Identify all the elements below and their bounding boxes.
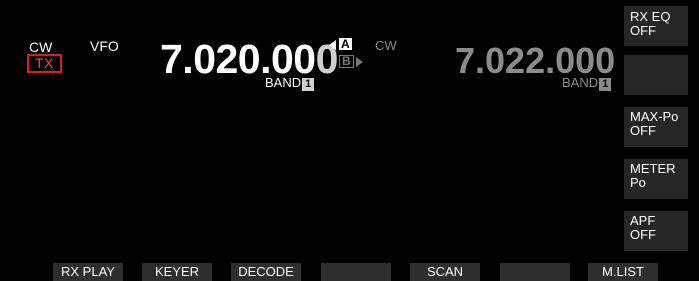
blank-bottom-key-1[interactable] <box>321 263 391 281</box>
rx-eq-key-label: RX EQ <box>630 9 671 24</box>
left-arrow-icon <box>329 40 336 50</box>
vfo-a-band-number: 1 <box>302 78 315 91</box>
rx-eq-key[interactable]: RX EQ OFF <box>624 6 688 46</box>
rx-play-key[interactable]: RX PLAY <box>53 263 123 281</box>
vfo-b-band-label: BAND <box>562 75 599 90</box>
radio-display: CW VFO TX 7.020.000 BAND 1 A B CW 7.022.0… <box>10 6 689 281</box>
apf-key-label: APF <box>630 213 656 228</box>
max-po-key-label: MAX-Po <box>630 109 679 124</box>
vfo-b-band-number: 1 <box>599 78 612 91</box>
blank-side-key[interactable] <box>624 55 688 95</box>
max-po-key[interactable]: MAX-Po OFF <box>624 107 688 147</box>
keyer-key[interactable]: KEYER <box>142 263 212 281</box>
vfo-a-indicator: A <box>339 37 352 51</box>
apf-key-value: OFF <box>630 227 656 242</box>
vfo-b-frequency[interactable]: 7.022.000 <box>455 43 615 79</box>
vfo-a-band: BAND 1 <box>265 75 315 91</box>
vfo-b-band: BAND 1 <box>562 75 612 91</box>
apf-key[interactable]: APF OFF <box>624 211 688 251</box>
vfo-a-mode: CW <box>29 39 53 55</box>
vfo-b-indicator: B <box>339 55 354 68</box>
meter-key[interactable]: METER Po <box>624 159 688 199</box>
scan-key[interactable]: SCAN <box>410 263 480 281</box>
meter-key-value: Po <box>630 175 646 190</box>
rx-eq-key-value: OFF <box>630 23 656 38</box>
right-arrow-icon <box>356 57 363 67</box>
tx-indicator: TX <box>27 54 62 73</box>
vfo-a-frequency[interactable]: 7.020.000 <box>160 39 338 80</box>
m-list-key[interactable]: M.LIST <box>588 263 658 281</box>
vfo-b-mode: CW <box>375 38 397 53</box>
blank-bottom-key-2[interactable] <box>500 263 570 281</box>
decode-key[interactable]: DECODE <box>231 263 301 281</box>
vfo-label: VFO <box>90 38 119 54</box>
meter-key-label: METER <box>630 161 676 176</box>
max-po-key-value: OFF <box>630 123 656 138</box>
vfo-a-band-label: BAND <box>265 75 302 90</box>
